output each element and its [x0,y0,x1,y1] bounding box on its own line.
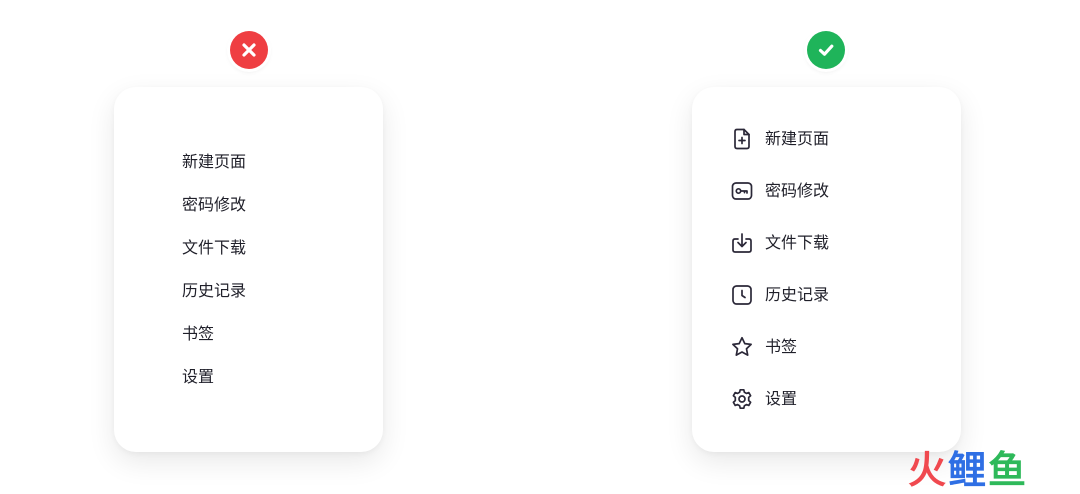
watermark-logo: 火鲤鱼 [908,446,1028,494]
menu-item-file-download[interactable]: 文件下载 [730,231,829,283]
clock-icon [730,283,754,307]
watermark-char: 火 [908,448,949,492]
menu-item-new-page[interactable]: 新建页面 [730,127,829,179]
menu-item-new-page[interactable]: 新建页面 [182,149,246,192]
download-icon [730,231,754,255]
menu-item-bookmarks[interactable]: 书签 [182,321,246,364]
menu-list-with-icons: 新建页面 密码修改 文件下载 历史记录 书签 设置 [730,127,829,439]
star-icon [730,335,754,359]
gear-icon [730,387,754,411]
menu-item-label: 新建页面 [765,129,830,148]
menu-list-plain: 新建页面 密码修改 文件下载 历史记录 书签 设置 [182,149,246,407]
menu-item-settings[interactable]: 设置 [182,364,246,407]
menu-item-bookmarks[interactable]: 书签 [730,335,829,387]
menu-item-label: 历史记录 [765,285,830,304]
menu-item-history[interactable]: 历史记录 [730,283,829,335]
watermark-char: 鱼 [988,448,1029,492]
key-icon [730,179,754,203]
watermark-char: 鲤 [948,448,989,492]
menu-item-label: 设置 [765,389,798,408]
x-mark-icon [230,31,268,69]
menu-item-label: 书签 [765,337,798,356]
menu-item-file-download[interactable]: 文件下载 [182,235,246,278]
menu-item-history[interactable]: 历史记录 [182,278,246,321]
new-page-icon [730,127,754,151]
menu-item-label: 密码修改 [765,181,830,200]
menu-item-settings[interactable]: 设置 [730,387,829,439]
menu-card-with-icons: 新建页面 密码修改 文件下载 历史记录 书签 设置 [692,87,961,452]
menu-item-label: 文件下载 [765,233,830,252]
menu-card-without-icons: 新建页面 密码修改 文件下载 历史记录 书签 设置 [114,87,383,452]
menu-item-change-password[interactable]: 密码修改 [730,179,829,231]
check-mark-icon [807,31,845,69]
menu-item-change-password[interactable]: 密码修改 [182,192,246,235]
